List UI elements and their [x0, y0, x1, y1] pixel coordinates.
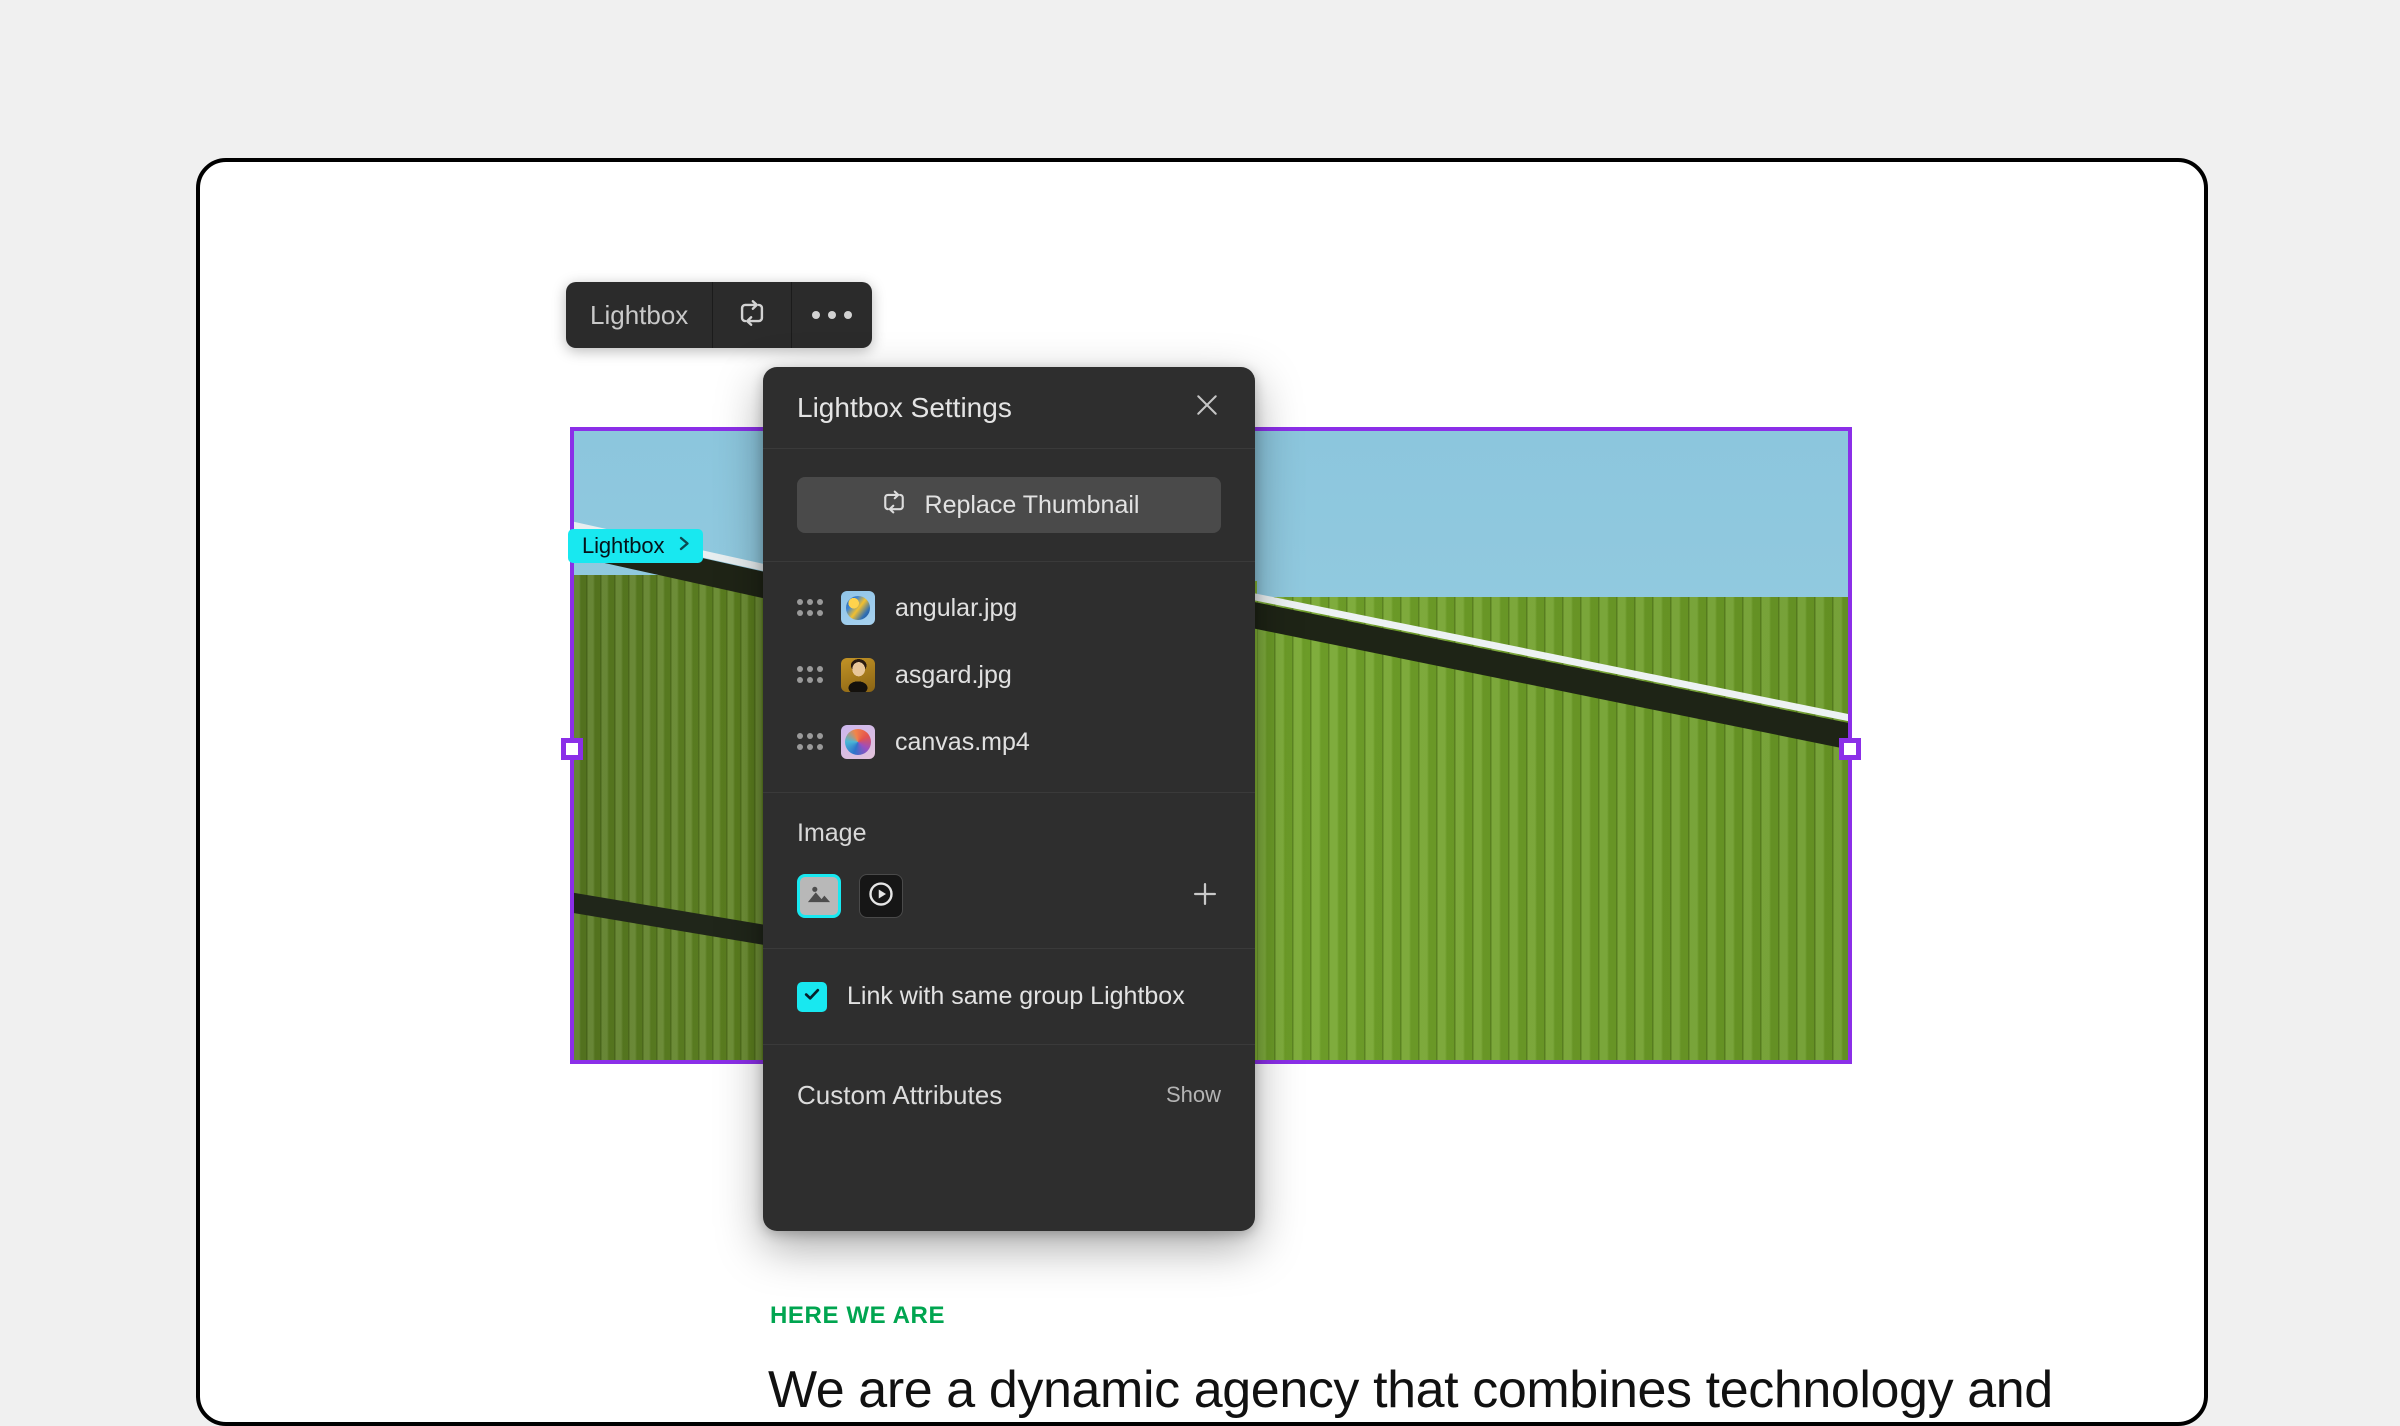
replace-thumbnail-button[interactable]: Replace Thumbnail: [797, 477, 1221, 533]
link-group-section[interactable]: Link with same group Lightbox: [763, 949, 1255, 1045]
replace-thumbnail-section: Replace Thumbnail: [763, 449, 1255, 562]
chevron-right-icon: [676, 534, 693, 558]
link-group-checkbox[interactable]: [797, 981, 827, 1012]
toolbar-more-button[interactable]: [792, 282, 872, 348]
link-group-label: Link with same group Lightbox: [847, 982, 1185, 1010]
media-thumbnail: [841, 725, 875, 759]
drag-handle-icon[interactable]: [797, 733, 823, 751]
drag-handle-icon[interactable]: [797, 599, 823, 617]
play-circle-icon: [866, 879, 896, 914]
custom-attributes-label: Custom Attributes: [797, 1079, 1003, 1110]
replace-thumbnail-label: Replace Thumbnail: [924, 490, 1140, 519]
content-eyebrow: HERE WE ARE: [770, 1302, 946, 1329]
media-thumbnail: [841, 591, 875, 625]
panel-title: Lightbox Settings: [797, 391, 1012, 423]
media-item-name: canvas.mp4: [895, 727, 1030, 756]
media-item-name: angular.jpg: [895, 593, 1018, 622]
ellipsis-icon: [812, 311, 853, 319]
replace-swap-icon: [879, 487, 909, 524]
content-heading: We are a dynamic agency that combines te…: [768, 1361, 2053, 1419]
add-media-button[interactable]: [1189, 878, 1221, 915]
toolbar-element-label[interactable]: Lightbox: [566, 282, 714, 348]
selected-element-badge-label: Lightbox: [582, 533, 665, 558]
image-section: Image: [763, 793, 1255, 949]
video-type-tile[interactable]: [859, 874, 903, 918]
media-type-row: [797, 874, 1221, 918]
panel-header: Lightbox Settings: [763, 367, 1255, 449]
toolbar-replace-button[interactable]: [713, 282, 793, 348]
checkmark-icon: [802, 984, 822, 1009]
element-toolbar: Lightbox: [566, 282, 873, 348]
selected-element-badge[interactable]: Lightbox: [568, 529, 704, 563]
drag-handle-icon[interactable]: [797, 666, 823, 684]
media-thumbnail: [841, 658, 875, 692]
replace-swap-icon: [735, 296, 769, 335]
media-list: angular.jpg asgard.jpg canvas.mp4: [763, 562, 1255, 793]
custom-attributes-show-button[interactable]: Show: [1166, 1082, 1221, 1108]
image-icon: [805, 880, 833, 913]
media-list-item[interactable]: angular.jpg: [797, 584, 1221, 632]
media-list-item[interactable]: asgard.jpg: [797, 651, 1221, 699]
media-list-item[interactable]: canvas.mp4: [797, 718, 1221, 766]
panel-close-button[interactable]: [1187, 388, 1227, 428]
close-icon: [1192, 390, 1222, 425]
image-section-label: Image: [797, 819, 867, 847]
custom-attributes-section: Custom Attributes Show: [763, 1045, 1255, 1145]
image-type-tile[interactable]: [797, 874, 841, 918]
lightbox-settings-panel: Lightbox Settings Replace Thumbnail angu…: [763, 367, 1255, 1231]
plus-icon: [1189, 882, 1221, 914]
media-item-name: asgard.jpg: [895, 660, 1012, 689]
